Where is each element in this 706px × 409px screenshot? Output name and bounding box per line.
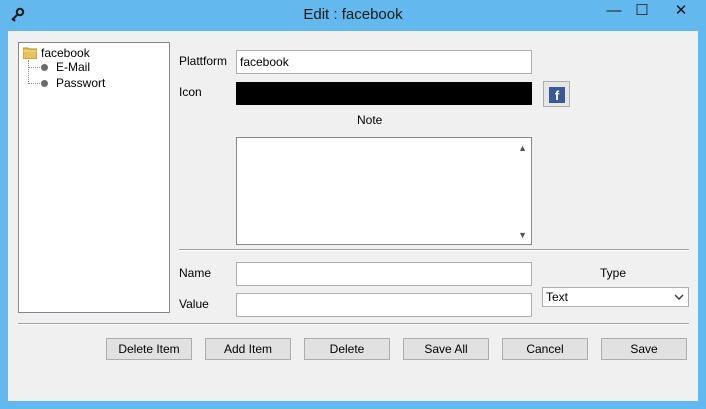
save-all-button[interactable]: Save All (403, 338, 489, 360)
tree-connector (28, 67, 40, 68)
icon-label: Icon (179, 85, 202, 99)
chevron-down-icon (674, 294, 684, 300)
scroll-down-icon[interactable]: ▼ (518, 230, 527, 240)
choose-icon-button[interactable]: f (543, 81, 570, 107)
close-button[interactable]: ✕ (658, 0, 704, 24)
item-tree[interactable]: facebook E-Mail Passwort (18, 42, 170, 313)
folder-icon (23, 47, 37, 59)
delete-item-button[interactable]: Delete Item (106, 338, 192, 360)
cancel-button[interactable]: Cancel (502, 338, 588, 360)
name-label: Name (179, 266, 212, 280)
tree-connector (28, 60, 29, 84)
dialog-client-area: facebook E-Mail Passwort Plattform Icon … (8, 31, 698, 401)
tree-node-label: facebook (41, 46, 90, 60)
value-label: Value (179, 297, 209, 311)
scroll-up-icon[interactable]: ▲ (518, 143, 527, 153)
tree-item-label: E-Mail (56, 60, 91, 74)
maximize-button[interactable]: ☐ (628, 0, 656, 24)
type-select[interactable]: Text (542, 287, 689, 307)
save-button[interactable]: Save (601, 338, 687, 360)
minimize-button[interactable]: — (600, 0, 628, 24)
note-textarea[interactable]: ▲ ▼ (236, 137, 532, 245)
facebook-icon: f (549, 87, 565, 103)
delete-button[interactable]: Delete (304, 338, 390, 360)
separator (179, 249, 689, 251)
note-label: Note (357, 113, 383, 127)
tree-connector (28, 83, 40, 84)
type-label: Type (600, 266, 627, 280)
edit-window: Edit : facebook — ☐ ✕ facebook E-Mail Pa… (0, 0, 706, 409)
plattform-label: Plattform (179, 54, 228, 68)
note-scrollbar[interactable]: ▲ ▼ (515, 138, 531, 244)
tree-item-label: Passwort (56, 76, 106, 90)
add-item-button[interactable]: Add Item (205, 338, 291, 360)
name-input[interactable] (236, 262, 532, 286)
value-input[interactable] (236, 293, 532, 317)
bullet-icon (41, 80, 48, 87)
bullet-icon (41, 64, 48, 71)
separator (18, 323, 689, 325)
type-select-value: Text (546, 290, 569, 304)
icon-preview (236, 82, 532, 105)
title-bar[interactable]: Edit : facebook — ☐ ✕ (0, 0, 706, 31)
plattform-input[interactable] (236, 50, 532, 74)
